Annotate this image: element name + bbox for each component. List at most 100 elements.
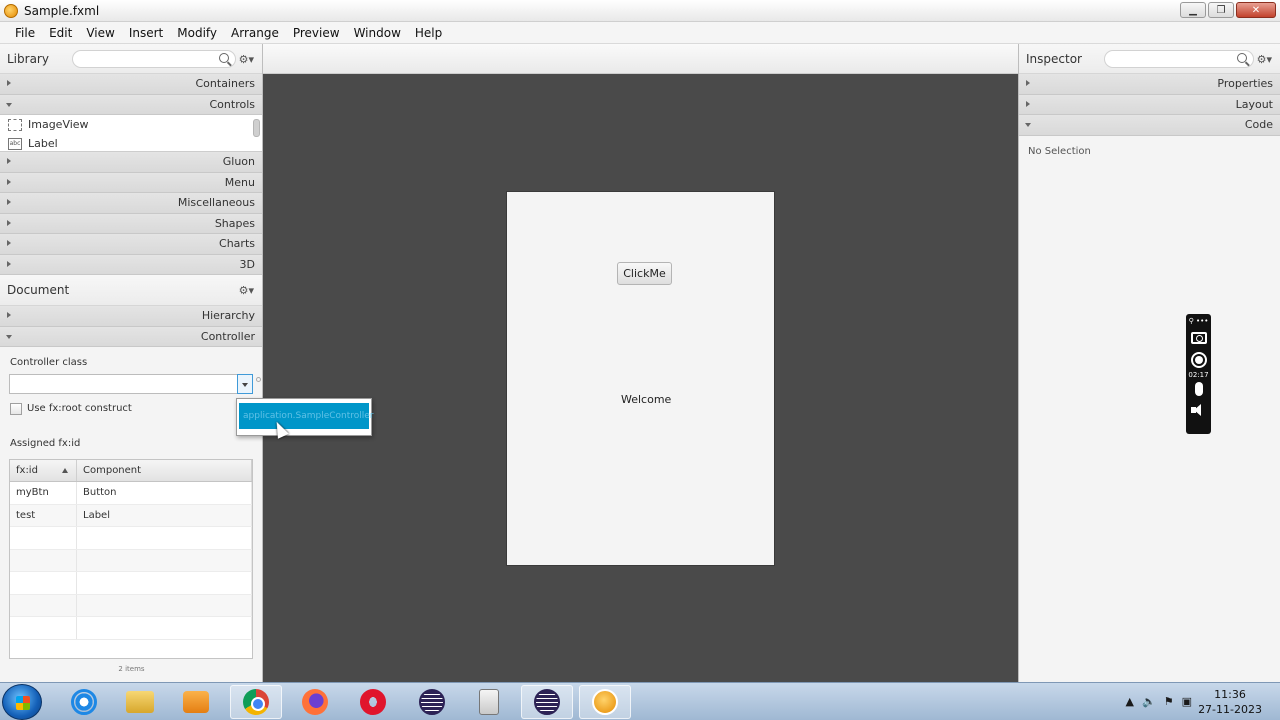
stage-pane[interactable]: ClickMe Welcome bbox=[506, 191, 775, 566]
fxroot-checkbox[interactable] bbox=[10, 403, 22, 415]
menu-insert[interactable]: Insert bbox=[122, 26, 170, 40]
menu-preview[interactable]: Preview bbox=[286, 26, 347, 40]
menu-arrange[interactable]: Arrange bbox=[224, 26, 286, 40]
eclipse-icon bbox=[419, 689, 445, 715]
section-hierarchy[interactable]: Hierarchy bbox=[0, 306, 262, 327]
section-layout[interactable]: Layout bbox=[1019, 94, 1280, 115]
welcome-label[interactable]: Welcome bbox=[621, 393, 671, 406]
taskbar-chrome[interactable] bbox=[230, 685, 282, 719]
controller-class-combobox[interactable] bbox=[9, 374, 253, 394]
recorder-menu-icon[interactable]: ⚲ ••• bbox=[1189, 317, 1209, 327]
action-center-flag-icon[interactable]: ⚑ bbox=[1164, 695, 1174, 708]
network-icon[interactable]: ▣ bbox=[1182, 695, 1192, 708]
close-button[interactable]: ✕ bbox=[1236, 2, 1276, 18]
menu-edit[interactable]: Edit bbox=[42, 26, 79, 40]
clickme-button[interactable]: ClickMe bbox=[617, 262, 672, 285]
collapsed-arrow-icon bbox=[7, 158, 11, 164]
show-hidden-icons-icon[interactable]: ▲ bbox=[1126, 695, 1134, 708]
section-properties[interactable]: Properties bbox=[1019, 74, 1280, 95]
column-header-fxid[interactable]: fx:id bbox=[10, 460, 77, 481]
sort-ascending-icon bbox=[62, 468, 68, 473]
search-icon bbox=[219, 53, 229, 63]
inspector-panel: Inspector ⚙▾ Properties Layout Code No S… bbox=[1018, 44, 1280, 682]
taskbar-opera[interactable] bbox=[347, 685, 399, 719]
start-button[interactable] bbox=[2, 684, 42, 720]
section-controls[interactable]: Controls bbox=[0, 94, 262, 115]
minimize-button[interactable]: ▁ bbox=[1180, 2, 1206, 18]
section-containers[interactable]: Containers bbox=[0, 74, 262, 95]
section-charts[interactable]: Charts bbox=[0, 234, 262, 255]
chrome-icon bbox=[243, 689, 269, 715]
section-menu[interactable]: Menu bbox=[0, 172, 262, 193]
taskbar-calculator[interactable] bbox=[463, 685, 515, 719]
menu-help[interactable]: Help bbox=[408, 26, 449, 40]
table-cell: test bbox=[10, 504, 77, 526]
scenebuilder-app-icon bbox=[4, 3, 18, 18]
taskbar-firefox[interactable] bbox=[289, 685, 341, 719]
collapsed-arrow-icon bbox=[7, 178, 11, 185]
library-item-label[interactable]: abc Label bbox=[0, 134, 262, 153]
menu-file[interactable]: File bbox=[8, 26, 42, 40]
section-label: Controller bbox=[200, 329, 255, 343]
section-label: Charts bbox=[219, 237, 255, 251]
document-gear-icon[interactable]: ⚙▾ bbox=[239, 284, 254, 297]
table-header: fx:id Component bbox=[10, 460, 252, 482]
label-icon: abc bbox=[8, 137, 22, 150]
title-bar: Sample.fxml ▁ ❐ ✕ bbox=[0, 0, 1280, 22]
fxroot-label: Use fx:root construct bbox=[27, 403, 132, 414]
search-icon bbox=[1237, 53, 1247, 63]
media-player-icon bbox=[183, 691, 209, 713]
library-item-label: Label bbox=[28, 137, 58, 150]
system-clock[interactable]: 11:36 27-11-2023 bbox=[1198, 687, 1262, 717]
microphone-icon[interactable] bbox=[1194, 382, 1203, 396]
menu-modify[interactable]: Modify bbox=[170, 26, 224, 40]
collapsed-arrow-icon bbox=[7, 260, 11, 267]
maximize-button[interactable]: ❐ bbox=[1208, 2, 1234, 18]
taskbar-scenebuilder[interactable] bbox=[579, 685, 631, 719]
column-header-component[interactable]: Component bbox=[77, 460, 252, 481]
combobox-dropdown-button[interactable] bbox=[237, 374, 253, 394]
library-search-input[interactable] bbox=[72, 50, 236, 68]
section-label: Shapes bbox=[214, 216, 255, 230]
collapsed-arrow-icon bbox=[1026, 100, 1030, 107]
design-canvas[interactable]: ClickMe Welcome bbox=[263, 74, 1018, 682]
library-item-imageview[interactable]: ImageView bbox=[0, 115, 262, 134]
taskbar-media-player[interactable] bbox=[170, 685, 222, 719]
section-controller[interactable]: Controller bbox=[0, 326, 262, 347]
inspector-gear-icon[interactable]: ⚙▾ bbox=[1257, 53, 1272, 66]
expanded-arrow-icon bbox=[1025, 123, 1031, 127]
inspector-search-input[interactable] bbox=[1104, 50, 1254, 68]
table-row[interactable]: myBtn Button bbox=[10, 482, 252, 505]
speaker-icon[interactable] bbox=[1190, 404, 1208, 416]
table-row[interactable]: test Label bbox=[10, 504, 252, 527]
collapsed-arrow-icon bbox=[7, 219, 11, 226]
section-shapes[interactable]: Shapes bbox=[0, 213, 262, 234]
dropdown-option-controller[interactable]: application.SampleController bbox=[239, 403, 374, 429]
fxid-table: fx:id Component myBtn Button test Label bbox=[9, 459, 253, 659]
taskbar-ie[interactable] bbox=[58, 685, 110, 719]
section-code[interactable]: Code bbox=[1019, 115, 1280, 136]
library-gear-icon[interactable]: ⚙▾ bbox=[239, 53, 254, 66]
taskbar-eclipse[interactable] bbox=[406, 685, 458, 719]
section-3d[interactable]: 3D bbox=[0, 254, 262, 275]
internet-explorer-icon bbox=[71, 689, 97, 715]
menu-window[interactable]: Window bbox=[347, 26, 408, 40]
eclipse-icon bbox=[534, 689, 560, 715]
menu-view[interactable]: View bbox=[79, 26, 121, 40]
window-controls: ▁ ❐ ✕ bbox=[1180, 2, 1276, 18]
record-icon[interactable] bbox=[1190, 352, 1207, 368]
library-title: Library bbox=[7, 51, 49, 66]
screen-recorder-widget: ⚲ ••• 02:17 bbox=[1186, 314, 1211, 434]
section-gluon[interactable]: Gluon bbox=[0, 152, 262, 173]
menu-bar: File Edit View Insert Modify Arrange Pre… bbox=[0, 22, 1280, 44]
taskbar-eclipse-2[interactable] bbox=[521, 685, 573, 719]
expanded-arrow-icon bbox=[6, 334, 12, 339]
list-scrollbar[interactable] bbox=[253, 119, 260, 137]
collapsed-arrow-icon bbox=[7, 80, 11, 86]
taskbar-explorer[interactable] bbox=[114, 685, 166, 719]
inspector-title: Inspector bbox=[1026, 51, 1082, 66]
volume-icon[interactable]: 🔈 bbox=[1142, 695, 1156, 708]
section-label: Gluon bbox=[222, 155, 255, 169]
section-miscellaneous[interactable]: Miscellaneous bbox=[0, 193, 262, 214]
camera-icon[interactable] bbox=[1190, 332, 1207, 344]
